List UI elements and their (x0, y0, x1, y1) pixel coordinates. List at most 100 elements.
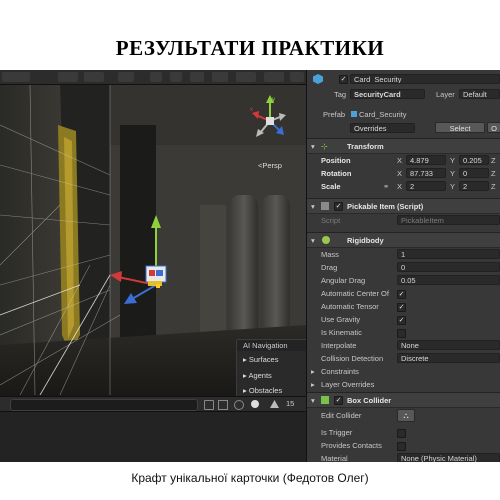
transform-header[interactable]: ▾ ⊹ Transform (307, 138, 500, 154)
auto-center-row: Automatic Center Of ✓ (307, 288, 500, 300)
audio-toggle-button[interactable] (190, 72, 204, 82)
2d-toggle-button[interactable] (150, 72, 162, 82)
auto-tensor-checkbox[interactable]: ✓ (397, 303, 406, 312)
slide-caption: Крафт унікальної карточки (Федотов Олег) (131, 471, 369, 485)
box-collider-enabled-checkbox[interactable]: ✓ (334, 396, 343, 405)
prefab-label: Prefab (323, 110, 346, 119)
script-row: Script PickableItem (307, 215, 500, 227)
constraints-row[interactable]: ▸ Constraints (307, 366, 500, 378)
scene-search-button[interactable] (290, 72, 304, 82)
auto-center-checkbox[interactable]: ✓ (397, 290, 406, 299)
provides-contacts-label: Provides Contacts (321, 441, 382, 450)
console-toolbar: 15 (0, 397, 306, 412)
scene-toolbar (0, 70, 306, 85)
prefab-name[interactable]: Card_Security (359, 110, 407, 119)
console-panel: 15 (0, 396, 306, 462)
auto-tensor-row: Automatic Tensor ✓ (307, 301, 500, 313)
mass-label: Mass (321, 250, 339, 259)
cube-icon (313, 74, 323, 84)
interpolate-row: Interpolate None (307, 340, 500, 352)
ai-nav-item-surfaces[interactable]: ▸ Surfaces (243, 355, 278, 364)
rigidbody-header[interactable]: ▾ Rigidbody (307, 232, 500, 248)
rotation-label: Rotation (321, 169, 352, 178)
open-button[interactable]: O (487, 122, 500, 133)
ai-nav-item-agents[interactable]: ▸ Agents (243, 371, 272, 380)
scale-x-field[interactable]: 2 (406, 181, 446, 191)
console-collapse-icon[interactable] (218, 400, 228, 410)
rotation-y-field[interactable]: 0 (459, 168, 489, 178)
effects-button[interactable] (212, 72, 228, 82)
rotation-x-label: X (397, 169, 403, 178)
transform-title: Transform (347, 142, 384, 151)
foldout-arrow-icon: ▾ (311, 142, 315, 151)
tag-label: Tag (334, 90, 347, 99)
material-field[interactable]: None (Physic Material) (397, 453, 500, 462)
prefab-icon (351, 111, 357, 117)
provides-contacts-row: Provides Contacts (307, 440, 500, 452)
scale-z-label: Z (491, 182, 496, 191)
is-trigger-checkbox[interactable] (397, 429, 406, 438)
lighting-toggle-button[interactable] (170, 72, 182, 82)
use-gravity-checkbox[interactable]: ✓ (397, 316, 406, 325)
tag-dropdown[interactable]: SecurityCard (350, 89, 425, 99)
is-kinematic-checkbox[interactable] (397, 329, 406, 338)
orientation-gizmo[interactable]: y x (250, 93, 290, 157)
ai-navigation-overlay[interactable]: AI Navigation ▸ Surfaces ▸ Agents ▸ Obst… (236, 339, 306, 401)
scene-viewport[interactable]: y x <Persp AI Navigation ▸ Surfaces ▸ Ag… (0, 85, 306, 401)
ai-nav-item-obstacles[interactable]: ▸ Obstacles (243, 386, 282, 395)
camera-settings-button[interactable] (236, 72, 256, 82)
interpolate-dropdown[interactable]: None (397, 340, 500, 350)
rotation-x-field[interactable]: 87.733 (406, 168, 446, 178)
edit-collider-button[interactable]: ⛬ (397, 409, 415, 422)
svg-text:x: x (250, 107, 253, 113)
global-toggle-button[interactable] (2, 72, 30, 82)
ai-navigation-title: AI Navigation (237, 340, 306, 351)
object-active-checkbox[interactable]: ✓ (339, 75, 348, 84)
rotation-y-label: Y (450, 169, 456, 178)
projection-label[interactable]: <Persp (258, 161, 282, 170)
box-collider-header[interactable]: ▾ ✓ Box Collider (307, 392, 500, 408)
script-field: PickableItem (397, 215, 500, 225)
use-gravity-label: Use Gravity (321, 315, 361, 324)
svg-text:y: y (272, 97, 275, 103)
layer-dropdown[interactable]: Default (459, 89, 500, 99)
grid-toggle-button[interactable] (58, 72, 78, 82)
overrides-dropdown[interactable]: Overrides (350, 123, 415, 133)
pickable-enabled-checkbox[interactable]: ✓ (334, 202, 343, 211)
unity-editor-screenshot: y x <Persp AI Navigation ▸ Surfaces ▸ Ag… (0, 70, 500, 462)
angular-drag-field[interactable]: 0.05 (397, 275, 500, 285)
mass-field[interactable]: 1 (397, 249, 500, 259)
collision-detection-dropdown[interactable]: Discrete (397, 353, 500, 363)
constraints-label: Constraints (321, 367, 359, 376)
angular-drag-label: Angular Drag (321, 276, 366, 285)
provides-contacts-checkbox[interactable] (397, 442, 406, 451)
console-pause-icon[interactable] (234, 400, 244, 410)
console-search-input[interactable] (10, 399, 198, 411)
scale-link-icon[interactable]: ⚭ (383, 182, 389, 191)
draw-mode-button[interactable] (118, 72, 134, 82)
snap-button[interactable] (84, 72, 104, 82)
select-button[interactable]: Select (435, 122, 485, 133)
mass-row: Mass 1 (307, 249, 500, 261)
angular-drag-row: Angular Drag 0.05 (307, 275, 500, 287)
console-warning-icon[interactable] (270, 400, 279, 408)
rotation-row: Rotation X 87.733 Y 0 Z (307, 168, 500, 180)
console-info-icon[interactable] (251, 400, 259, 408)
foldout-arrow-icon: ▾ (311, 396, 315, 405)
drag-field[interactable]: 0 (397, 262, 500, 272)
position-x-field[interactable]: 4.879 (406, 155, 446, 165)
gizmos-button[interactable] (264, 72, 284, 82)
box-collider-icon (321, 396, 329, 404)
transform-icon: ⊹ (321, 142, 328, 151)
pickable-item-header[interactable]: ▾ ✓ Pickable Item (Script) (307, 198, 500, 214)
console-clear-icon[interactable] (204, 400, 214, 410)
rigidbody-title: Rigidbody (347, 236, 384, 245)
position-y-field[interactable]: 0.205 (459, 155, 489, 165)
script-icon (321, 202, 329, 210)
object-name-field[interactable]: Card_Security (350, 74, 500, 84)
collision-detection-row: Collision Detection Discrete (307, 353, 500, 365)
position-y-label: Y (450, 156, 456, 165)
layer-overrides-row[interactable]: ▸ Layer Overrides (307, 379, 500, 391)
is-trigger-row: Is Trigger (307, 427, 500, 439)
scale-y-field[interactable]: 2 (459, 181, 489, 191)
